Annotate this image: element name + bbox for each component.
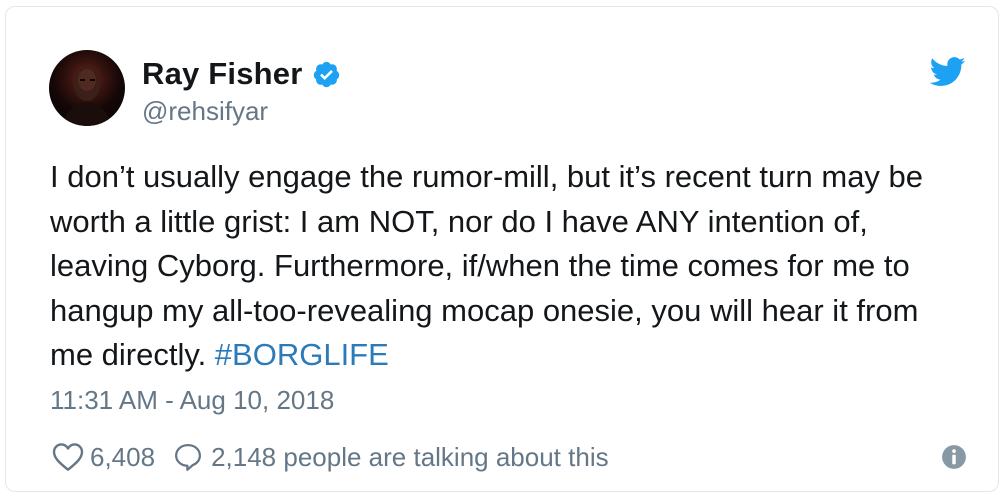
tweet-line-last: me directly. #BORGLIFE <box>50 333 970 378</box>
twitter-bird-icon[interactable] <box>929 57 966 87</box>
author-handle[interactable]: @rehsifyar <box>142 96 268 127</box>
tweet-text: I don’t usually engage the rumor-mill, b… <box>50 155 970 378</box>
tweet-line: I don’t usually engage the rumor-mill, b… <box>50 159 924 194</box>
speech-bubble-icon <box>173 442 203 472</box>
tweet-line: hangup my all-too-revealing mocap onesie… <box>50 292 919 328</box>
tweet-timestamp[interactable]: 11:31 AM - Aug 10, 2018 <box>50 385 334 416</box>
author-row: Ray Fisher <box>142 55 341 93</box>
hashtag-link[interactable]: #BORGLIFE <box>215 337 389 372</box>
author-name[interactable]: Ray Fisher <box>142 56 303 92</box>
tweet-card: Ray Fisher @rehsifyar I don’t usually en… <box>5 6 999 492</box>
tweet-line: leaving Cyborg. Furthermore, if/when the… <box>50 248 910 283</box>
talking-count: 2,148 people are talking about this <box>211 441 609 472</box>
tweet-line: worth a little grist: I am NOT, nor do I… <box>50 203 868 239</box>
like-button[interactable]: 6,408 <box>52 442 155 473</box>
verified-badge-icon <box>312 60 341 89</box>
like-count: 6,408 <box>90 441 156 472</box>
avatar[interactable] <box>49 50 125 126</box>
tweet-line-text: me directly. <box>50 337 215 372</box>
avatar-portrait <box>63 67 111 126</box>
info-icon[interactable] <box>941 444 967 470</box>
conversation-link[interactable]: 2,148 people are talking about this <box>173 442 609 473</box>
heart-icon <box>52 442 84 472</box>
tweet-actions: 6,408 2,148 people are talking about thi… <box>52 437 609 477</box>
